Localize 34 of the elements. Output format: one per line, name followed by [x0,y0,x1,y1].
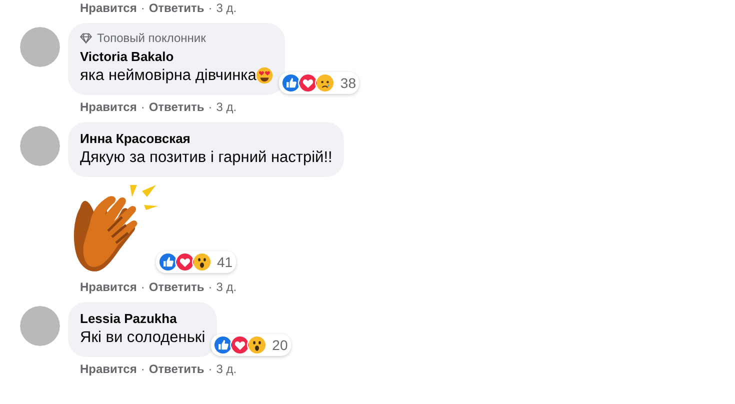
separator-dot: · [208,100,212,114]
reply-link[interactable]: Ответить [148,362,204,376]
separator-dot: · [140,100,145,114]
separator-dot: · [140,362,145,376]
reaction-summary[interactable]: 41 [156,251,236,273]
author-name[interactable]: Инна Красовская [80,130,332,147]
avatar-photo-placeholder [20,306,60,346]
reply-link[interactable]: Ответить [148,1,204,15]
separator-dot: · [208,362,212,376]
comment-text: яка неймовірна дівчинка [80,66,256,86]
author-name[interactable]: Victoria Bakalo [80,48,274,65]
reaction-summary[interactable]: 38 [279,72,359,94]
avatar-photo-placeholder [20,126,60,166]
separator-dot: · [208,280,212,294]
timestamp[interactable]: 3 д. [216,362,237,376]
reply-link[interactable]: Ответить [148,280,204,294]
separator-dot: · [140,280,145,294]
timestamp[interactable]: 3 д. [216,1,237,15]
timestamp[interactable]: 3 д. [216,100,237,114]
reply-link[interactable]: Ответить [148,100,204,114]
like-link[interactable]: Нравится [80,1,137,15]
fan-badge-label: Топовый поклонник [97,31,206,45]
avatar-photo-placeholder [20,27,60,67]
comment-text: Дякую за позитив і гарний настрій!! [80,148,332,168]
author-name[interactable]: Lessia Pazukha [80,310,206,327]
like-link[interactable]: Нравится [80,100,137,114]
separator-dot: · [208,1,212,15]
separator-dot: · [140,1,145,15]
like-link[interactable]: Нравится [80,280,137,294]
reaction-summary[interactable]: 20 [211,334,291,356]
timestamp[interactable]: 3 д. [216,280,237,294]
like-link[interactable]: Нравится [80,362,137,376]
comment-text: Які ви солоденькі [80,328,206,348]
diamond-icon [80,32,92,44]
